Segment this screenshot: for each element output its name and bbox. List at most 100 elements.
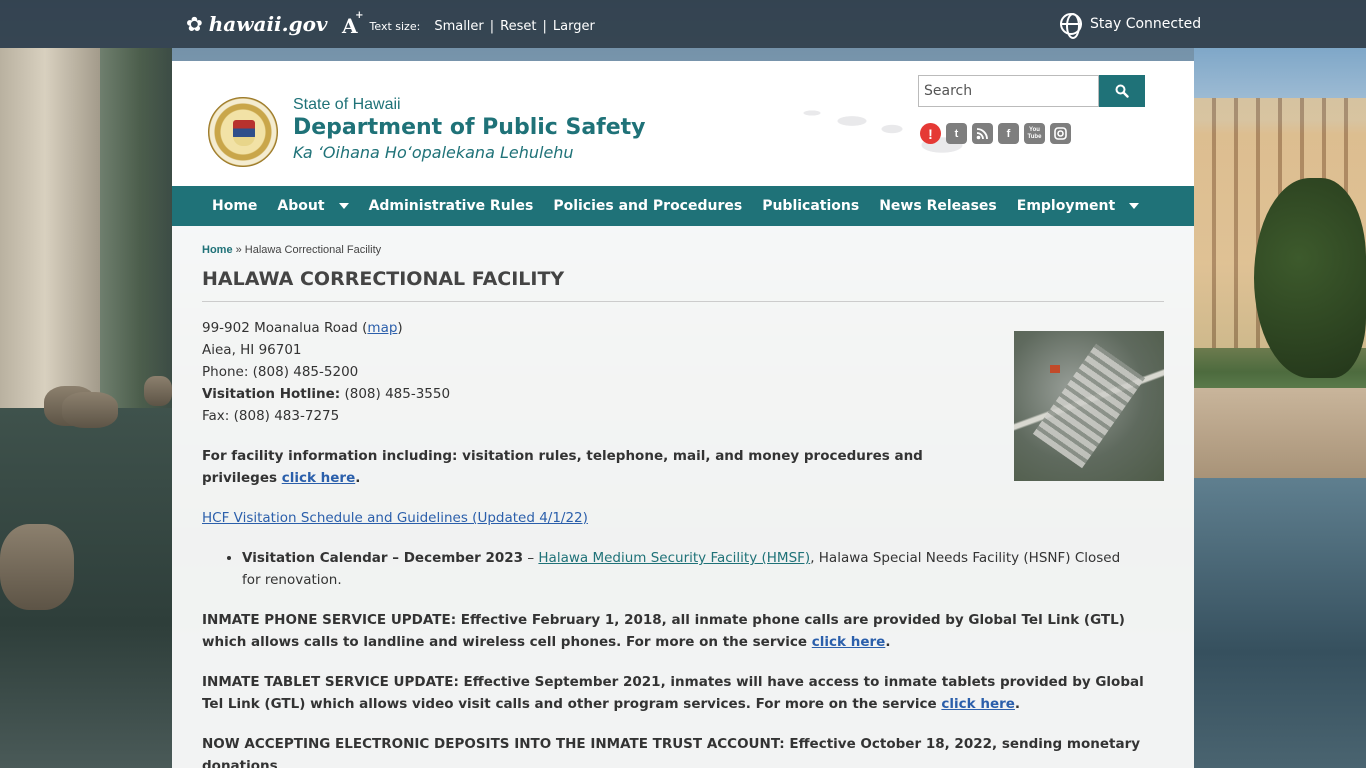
tablet-update-link[interactable]: click here — [941, 696, 1015, 712]
address-paren: ) — [397, 320, 403, 336]
calendar-label: Visitation Calendar – December 2023 — [242, 550, 524, 566]
hotline-label: Visitation Hotline: — [202, 386, 341, 402]
utility-bar: ✿ hawaii.gov A + Text size: Smaller | Res… — [0, 0, 1366, 48]
electronic-deposits-notice: NOW ACCEPTING ELECTRONIC DEPOSITS INTO T… — [202, 736, 1141, 768]
satellite-marker — [1050, 365, 1060, 373]
nav-label: About — [277, 198, 325, 214]
phone-number: Phone: (808) 485-5200 — [202, 364, 359, 380]
list-item: Visitation Calendar – December 2023 – Ha… — [242, 547, 1122, 591]
instagram-icon[interactable] — [1050, 123, 1071, 144]
text-size-controls: A + Text size: Smaller | Reset | Larger — [342, 10, 595, 38]
main-panel: State of Hawaii Department of Public Saf… — [172, 61, 1194, 768]
facebook-icon[interactable]: f — [998, 123, 1019, 144]
youtube-icon[interactable]: You Tube — [1024, 123, 1045, 144]
background-stump — [0, 524, 74, 610]
site-header: State of Hawaii Department of Public Saf… — [172, 61, 1194, 186]
facility-address-block: 99-902 Moanalua Road (map) Aiea, HI 9670… — [202, 317, 992, 529]
breadcrumb-current: Halawa Correctional Facility — [244, 244, 382, 256]
breadcrumb-home-link[interactable]: Home — [202, 244, 233, 256]
tablet-service-update: INMATE TABLET SERVICE UPDATE: Effective … — [202, 671, 1164, 715]
hawaii-gov-logo[interactable]: ✿ hawaii.gov — [186, 12, 328, 36]
nav-employment[interactable]: Employment — [1007, 186, 1149, 226]
search-button[interactable] — [1099, 75, 1145, 107]
hmsf-link[interactable]: Halawa Medium Security Facility (HMSF) — [538, 550, 810, 566]
search-form — [918, 75, 1145, 107]
state-name: State of Hawaii — [293, 96, 401, 113]
nav-label: Administrative Rules — [368, 198, 534, 214]
period: . — [885, 634, 891, 650]
text-size-icon: A + — [342, 10, 364, 38]
calendar-dash: – — [523, 550, 539, 566]
nav-about[interactable]: About — [267, 186, 358, 226]
address-line-1: 99-902 Moanalua Road (map) — [202, 317, 992, 339]
schedule-paragraph: HCF Visitation Schedule and Guidelines (… — [202, 507, 992, 529]
background-walkway — [1194, 388, 1366, 478]
rss-glyph — [976, 128, 988, 140]
background-stump — [144, 376, 172, 406]
stay-connected-label: Stay Connected — [1090, 16, 1202, 32]
background-tree — [1254, 178, 1366, 378]
visitation-hotline: Visitation Hotline: (808) 485-3550 — [202, 383, 992, 405]
period: . — [355, 470, 361, 486]
phone-service-update: INMATE PHONE SERVICE UPDATE: Effective F… — [202, 609, 1164, 653]
phone-update-link[interactable]: click here — [812, 634, 886, 650]
text-reset-link[interactable]: Reset — [500, 19, 536, 34]
facility-info-paragraph: For facility information including: visi… — [202, 445, 992, 489]
map-link[interactable]: map — [367, 320, 397, 336]
announcements: INMATE PHONE SERVICE UPDATE: Effective F… — [202, 609, 1164, 768]
social-icons: ! t f You Tube — [920, 123, 1071, 144]
text-larger-link[interactable]: Larger — [553, 19, 595, 34]
nav-label: Policies and Procedures — [553, 198, 743, 214]
visitation-calendar-list: Visitation Calendar – December 2023 – Ha… — [242, 547, 1122, 591]
department-title-block[interactable]: State of Hawaii Department of Public Saf… — [293, 96, 646, 162]
chevron-down-icon — [1129, 203, 1140, 209]
background-stump — [62, 392, 118, 428]
main-navigation: Home About Administrative Rules Policies… — [172, 186, 1194, 226]
chevron-down-icon — [338, 203, 349, 209]
twitter-icon[interactable]: t — [946, 123, 967, 144]
instagram-glyph — [1054, 127, 1067, 140]
alert-icon[interactable]: ! — [920, 123, 941, 144]
text-smaller-link[interactable]: Smaller — [434, 19, 483, 34]
state-seal-logo[interactable] — [208, 97, 278, 167]
visitation-schedule-link[interactable]: HCF Visitation Schedule and Guidelines (… — [202, 510, 588, 526]
nav-label: Employment — [1016, 198, 1116, 214]
breadcrumb: Home » Halawa Correctional Facility — [202, 244, 1164, 256]
rss-icon[interactable] — [972, 123, 993, 144]
department-hawaiian-name: Ka ʻOihana Hoʻopalekana Lehulehu — [293, 143, 574, 162]
background-water — [1194, 478, 1366, 768]
period: . — [1014, 696, 1021, 712]
nav-label: News Releases — [879, 198, 997, 214]
page-title: HALAWA CORRECTIONAL FACILITY — [202, 268, 1164, 302]
hawaii-gov-text: hawaii.gov — [208, 12, 328, 36]
background-right-scenery — [1194, 48, 1366, 768]
nav-publications[interactable]: Publications — [752, 186, 869, 226]
nav-home[interactable]: Home — [202, 186, 267, 226]
separator: | — [542, 18, 547, 34]
background-pillar — [0, 48, 100, 408]
nav-label: Publications — [762, 198, 860, 214]
page-content: Home » Halawa Correctional Facility HALA… — [172, 226, 1194, 768]
facility-satellite-image[interactable] — [1014, 331, 1164, 481]
hibiscus-icon: ✿ — [186, 12, 203, 36]
text-size-label: Text size: — [369, 19, 421, 33]
hotline-number: (808) 485-3550 — [340, 386, 451, 402]
address-line-2: Aiea, HI 96701 — [202, 342, 302, 358]
background-left-scenery — [0, 48, 172, 768]
nav-news-releases[interactable]: News Releases — [869, 186, 1007, 226]
fax-number: Fax: (808) 483-7275 — [202, 408, 340, 424]
facility-info-link[interactable]: click here — [282, 470, 356, 486]
separator: | — [489, 18, 495, 34]
nav-administrative-rules[interactable]: Administrative Rules — [359, 186, 544, 226]
address-street: 99-902 Moanalua Road ( — [202, 320, 368, 336]
phone-update-text: INMATE PHONE SERVICE UPDATE: Effective F… — [202, 612, 1125, 650]
search-icon — [1115, 84, 1129, 98]
globe-icon — [1060, 13, 1082, 39]
stay-connected-link[interactable]: Stay Connected — [1060, 13, 1202, 39]
nav-label: Home — [212, 198, 258, 214]
satellite-building — [1032, 343, 1146, 469]
breadcrumb-separator: » — [232, 244, 245, 256]
search-input[interactable] — [918, 75, 1099, 107]
department-name: Department of Public Safety — [293, 115, 646, 140]
nav-policies-and-procedures[interactable]: Policies and Procedures — [543, 186, 752, 226]
